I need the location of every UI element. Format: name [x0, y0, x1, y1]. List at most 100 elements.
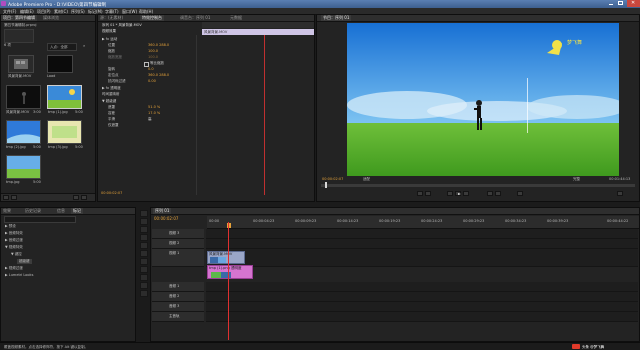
track-video-3[interactable] [206, 229, 638, 239]
search-input[interactable]: 入点：全部 [47, 43, 77, 51]
project-item-thumb[interactable] [6, 120, 41, 144]
project-item-thumb[interactable] [6, 85, 41, 109]
maximize-icon[interactable] [616, 0, 626, 7]
effects-search-input[interactable] [4, 216, 76, 223]
search-icon[interactable]: ⌕ [81, 43, 93, 49]
pen-tool-icon[interactable] [140, 274, 148, 281]
clip-tmp-png[interactable]: tmp (1).png 透明度 [207, 265, 253, 279]
list-view-icon[interactable] [3, 195, 9, 200]
icon-view-icon[interactable] [11, 195, 17, 200]
fx-rotation-value[interactable]: 0.0 [148, 67, 154, 71]
fx-opacity[interactable]: ▶ fx 透明度 [102, 86, 121, 91]
mark-out-button[interactable] [425, 191, 431, 196]
fx-time-remap[interactable]: 时间重映射 [102, 92, 120, 97]
selection-tool-icon[interactable] [140, 210, 148, 217]
zoom-tool-icon[interactable] [140, 290, 148, 297]
project-item-thumb-selected[interactable] [47, 85, 82, 109]
track-header-video-2[interactable]: 视频 2 [152, 239, 204, 249]
tab-markers[interactable]: 标记 [71, 208, 83, 214]
fx-smooth-value[interactable]: 高 [148, 117, 152, 122]
lift-button[interactable] [487, 191, 493, 196]
track-video-1[interactable] [206, 249, 638, 267]
program-playhead[interactable] [325, 182, 327, 188]
rate-stretch-tool-icon[interactable] [140, 242, 148, 249]
tree-presets[interactable]: ▶ 预设 [5, 224, 16, 229]
fit-dropdown[interactable]: 适配 [363, 177, 370, 182]
project-item-thumb[interactable] [8, 55, 34, 73]
program-timecode-left[interactable]: 00:00:02:07 [322, 177, 343, 181]
project-item-thumb[interactable] [47, 120, 82, 144]
extract-button[interactable] [495, 191, 501, 196]
track-audio-3[interactable] [206, 302, 638, 312]
mark-in-button[interactable] [417, 191, 423, 196]
project-item-thumb[interactable] [6, 155, 41, 179]
step-forward-button[interactable] [463, 191, 469, 196]
fx-tolerance-value[interactable]: 17.0 % [148, 111, 160, 115]
tab-audio-mixer[interactable]: 调音台：序列 01 [178, 15, 212, 21]
fx-motion[interactable]: ▶ fx 运动 [102, 37, 117, 42]
track-header-video-3[interactable]: 视频 3 [152, 229, 204, 239]
tree-lumetri[interactable]: ▶ Lumetri Looks [5, 273, 33, 277]
minimize-icon[interactable] [606, 0, 616, 7]
tab-info[interactable]: 信息 [55, 208, 67, 214]
track-header-audio-3[interactable]: 音频 3 [152, 302, 204, 312]
tab-history[interactable]: 历史记录 [23, 208, 43, 214]
fx-ultra-key[interactable]: ▼ 超级键 [102, 99, 116, 104]
track-header-video-1[interactable]: 视频 1 [152, 249, 204, 267]
tab-metadata[interactable]: 元数据 [228, 15, 244, 21]
tab-program[interactable]: 节目：序列 01 [321, 15, 352, 21]
fx-scale-value[interactable]: 100.0 [148, 49, 158, 53]
timeline-timecode[interactable]: 00:00:02:07 [154, 216, 178, 221]
tab-effects[interactable]: 效果 [1, 208, 13, 214]
clip-landscape-mov[interactable]: 风景背景.MOV [207, 251, 245, 264]
tree-audio-transitions[interactable]: ▶ 音频过渡 [5, 238, 23, 243]
play-button[interactable] [455, 191, 461, 196]
project-item-duration: 3:00 [33, 110, 41, 114]
track-video-2[interactable] [206, 239, 638, 249]
tree-video-transitions[interactable]: ▶ 视频过渡 [5, 266, 23, 271]
track-header-audio-2[interactable]: 音频 2 [152, 292, 204, 302]
tree-keying[interactable]: ▼ 键控 [11, 252, 22, 257]
track-master[interactable] [206, 312, 638, 322]
hand-tool-icon[interactable] [140, 282, 148, 289]
tab-sequence[interactable]: 序列 01 [153, 208, 172, 214]
fx-antiflicker-value[interactable]: 0.00 [148, 79, 156, 83]
fx-matte-value[interactable]: 51.0 % [148, 105, 160, 109]
tab-effect-controls[interactable]: 特效控制台 [140, 15, 164, 21]
export-frame-button[interactable] [517, 191, 523, 196]
track-select-tool-icon[interactable] [140, 218, 148, 225]
razor-tool-icon[interactable] [140, 250, 148, 257]
slip-tool-icon[interactable] [140, 258, 148, 265]
fx-position-value[interactable]: 360.0 288.0 [148, 43, 169, 47]
track-header-master[interactable]: 主音轨 [152, 312, 204, 322]
program-scrub-bar[interactable] [321, 184, 635, 187]
button-editor[interactable] [617, 191, 623, 196]
fx-scale-width-value[interactable]: 100.0 [148, 55, 158, 59]
tab-source[interactable]: 源：(无素材) [98, 15, 125, 21]
ripple-edit-tool-icon[interactable] [140, 226, 148, 233]
timeline-ruler[interactable]: 00:00 00:00:04:23 00:00:09:23 00:00:14:2… [207, 216, 639, 229]
blue-sky-thumb-icon [7, 121, 40, 143]
new-item-icon[interactable] [73, 195, 79, 200]
tree-audio-effects[interactable]: ▶ 音频特效 [5, 231, 23, 236]
tab-media-browser[interactable]: 媒体浏览 [41, 15, 61, 21]
close-icon[interactable]: ✕ [627, 0, 640, 7]
fx-anchor-value[interactable]: 360.0 288.0 [148, 73, 169, 77]
tree-ultra-key[interactable]: 超级键 [17, 259, 32, 264]
project-item-thumb[interactable] [47, 55, 73, 73]
tree-video-effects[interactable]: ▼ 视频特效 [5, 245, 23, 250]
effects-panel: 效果 历史记录 信息 标记 ▶ 预设 ▶ 音频特效 ▶ 音频过渡 ▼ 视频特效 … [0, 207, 136, 342]
track-audio-2[interactable] [206, 292, 638, 302]
track-header-audio-1[interactable]: 音频 1 [152, 282, 204, 292]
delete-icon[interactable] [81, 195, 87, 200]
effects-timecode[interactable]: 00:00:02:07 [101, 191, 122, 195]
fx-scale: 缩放 [108, 49, 115, 53]
fx-anchor: 定位点 [108, 73, 119, 77]
tab-project[interactable]: 项目：第四节编辑 [1, 15, 37, 21]
rolling-edit-tool-icon[interactable] [140, 234, 148, 241]
slide-tool-icon[interactable] [140, 266, 148, 273]
step-back-button[interactable] [447, 191, 453, 196]
track-audio-1[interactable] [206, 282, 638, 292]
project-item-duration: 5:00 [75, 110, 83, 114]
quality-dropdown[interactable]: 完整 [573, 177, 580, 182]
